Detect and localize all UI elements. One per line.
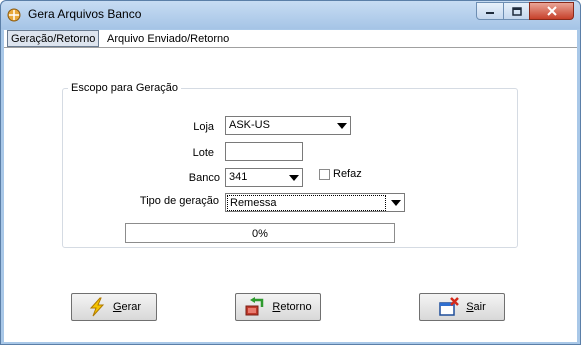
banco-select[interactable]: 341 [225,168,303,187]
loja-label: Loja [193,121,214,133]
maximize-icon [511,6,522,16]
tipo-geracao-select[interactable]: Remessa [225,193,405,212]
app-icon [7,8,21,22]
close-button[interactable] [529,2,574,20]
chevron-down-icon [289,175,299,181]
lote-input[interactable] [225,142,303,161]
lightning-icon [89,297,105,317]
exit-icon [439,297,460,316]
minimize-button[interactable] [476,2,504,20]
close-icon [546,6,557,16]
banco-value: 341 [229,171,248,183]
scope-group-title: Escopo para Geração [68,82,182,94]
return-icon [245,297,264,316]
banco-label: Banco [188,172,220,184]
refaz-checkbox[interactable] [319,169,330,180]
refaz-label: Refaz [333,168,362,180]
retorno-button[interactable]: Retorno [235,293,321,321]
tab-geracao-retorno[interactable]: Geração/Retorno [7,30,100,47]
client-area: Geração/Retorno Arquivo Enviado/Retorno … [4,30,577,342]
app-window: Gera Arquivos Banco Geração/Retorno Arqu… [0,0,581,345]
lote-label: Lote [192,147,214,159]
generation-progress-bar: 0% [125,223,395,243]
window-title: Gera Arquivos Banco [28,7,142,21]
gerar-button[interactable]: Gerar [71,293,157,321]
loja-value: ASK-US [229,119,270,131]
chevron-down-icon [337,123,347,129]
title-bar[interactable]: Gera Arquivos Banco [1,1,580,29]
minimize-icon [486,12,494,14]
tab-arquivo-enviado-retorno[interactable]: Arquivo Enviado/Retorno [104,31,232,47]
tab-strip: Geração/Retorno Arquivo Enviado/Retorno [4,30,577,48]
loja-select[interactable]: ASK-US [225,116,351,135]
maximize-button[interactable] [503,2,530,20]
chevron-down-icon [391,200,401,206]
gerar-label: Gerar [112,301,142,313]
tipo-geracao-label: Tipo de geração [139,195,219,207]
progress-text: 0% [252,228,268,240]
tab-divider [4,47,577,48]
retorno-label: Retorno [272,301,312,313]
sair-button[interactable]: Sair [419,293,505,321]
sair-label: Sair [466,301,486,313]
tipo-geracao-value: Remessa [227,195,386,211]
